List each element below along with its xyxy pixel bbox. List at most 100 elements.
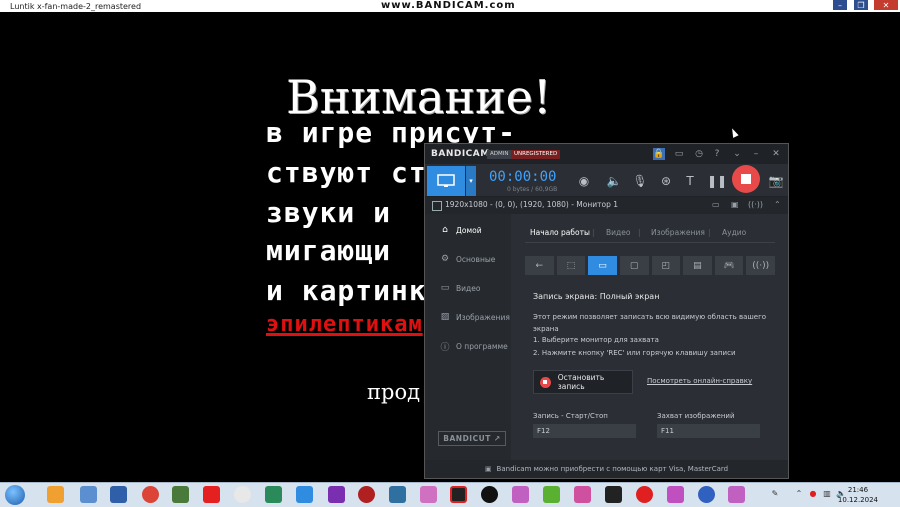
monitor-icon xyxy=(437,174,455,187)
video-icon: ▭ xyxy=(440,283,450,293)
game-mode-icon[interactable]: 🎮 xyxy=(714,256,744,275)
app-icon[interactable] xyxy=(328,486,345,503)
home-icon: ⌂ xyxy=(442,225,448,235)
camera-icon[interactable]: 📷 xyxy=(767,172,785,190)
app-icon[interactable] xyxy=(574,486,591,503)
tray-record-icon[interactable]: ● xyxy=(808,489,818,499)
image-icon: ▨ xyxy=(440,312,450,322)
game-close-button[interactable]: ✕ xyxy=(874,0,898,10)
sidebar-item-home[interactable]: ⌂ Домой xyxy=(425,221,511,239)
continue-text[interactable]: прод xyxy=(367,380,420,404)
bandicam-watermark: www.BANDICAM.com xyxy=(381,0,516,11)
lock-icon[interactable]: 🔒 xyxy=(653,148,665,160)
clock-icon[interactable]: ◷ xyxy=(693,148,705,160)
epic-games-icon[interactable] xyxy=(605,486,622,503)
recording-size: 0 bytes / 60,9GB xyxy=(507,186,558,193)
webcam-icon[interactable]: ◉ xyxy=(575,172,593,190)
youtube-icon[interactable] xyxy=(203,486,220,503)
app-icon[interactable] xyxy=(728,486,745,503)
pause-icon[interactable]: ❚❚ xyxy=(707,172,727,190)
taskbar-clock[interactable]: 21:46 10.12.2024 xyxy=(838,485,878,505)
bandicam-logo: BANDICAM xyxy=(431,149,490,159)
app-icon[interactable] xyxy=(512,486,529,503)
tab-video[interactable]: Видео xyxy=(606,228,630,237)
speaker-icon[interactable]: 🔈 xyxy=(605,172,623,190)
zoom-icon[interactable] xyxy=(296,486,313,503)
back-arrow-icon[interactable]: ← xyxy=(525,256,554,275)
mouse-click-icon[interactable]: ⊛ xyxy=(657,172,675,190)
bandicam-main-panel: Начало работы | Видео | Изображения | Ау… xyxy=(511,214,788,460)
explorer-icon[interactable] xyxy=(110,486,127,503)
tiktok-icon[interactable] xyxy=(481,486,498,503)
video-camera-icon[interactable]: ▭ xyxy=(712,200,720,209)
tab-images[interactable]: Изображения xyxy=(651,228,705,237)
tray-arrow-icon[interactable]: ⌃ xyxy=(794,489,804,499)
sidebar-item-video[interactable]: ▭ Видео xyxy=(425,279,511,297)
minimize-icon[interactable]: – xyxy=(750,148,762,160)
sidebar-item-general[interactable]: ⚙ Основные xyxy=(425,250,511,268)
bluestacks-icon[interactable] xyxy=(543,486,560,503)
yandex-icon[interactable] xyxy=(234,486,251,503)
folder-icon[interactable]: ▭ xyxy=(673,148,685,160)
mode-dropdown-arrow[interactable]: ▾ xyxy=(466,166,476,196)
help-icon[interactable]: ? xyxy=(711,148,723,160)
region-icon xyxy=(432,201,442,211)
app-icon[interactable] xyxy=(172,486,189,503)
tray-network-icon[interactable]: ▥ xyxy=(822,489,832,499)
bandicam-taskbar-icon[interactable] xyxy=(450,486,467,503)
tab-divider xyxy=(525,242,775,243)
document-icon[interactable] xyxy=(80,486,97,503)
game-minimize-button[interactable]: – xyxy=(833,0,847,10)
screen-mode-button[interactable] xyxy=(427,166,465,196)
hotkey-capture-field[interactable]: F11 xyxy=(657,424,760,438)
start-button[interactable] xyxy=(5,485,25,505)
bandicut-button[interactable]: BANDICUT ↗ xyxy=(438,431,506,446)
instruction-step: 2. Нажмите кнопку 'REC' или горячую клав… xyxy=(533,349,736,357)
text-icon[interactable]: T xyxy=(681,172,699,190)
screenshot-icon[interactable]: ▣ xyxy=(731,200,739,209)
unregistered-badge[interactable]: UNREGISTERED xyxy=(511,150,561,159)
close-icon[interactable]: ✕ xyxy=(770,148,782,160)
cursor-mode-icon[interactable]: ◰ xyxy=(651,256,681,275)
app-icon[interactable] xyxy=(389,486,406,503)
fullscreen-mode-icon[interactable]: ▭ xyxy=(588,256,617,275)
stop-recording-button[interactable]: Остановить запись xyxy=(533,370,633,394)
bandicam-window: BANDICAM ADMIN UNREGISTERED 🔒 ▭ ◷ ? ⌄ – … xyxy=(425,144,788,478)
opera-icon[interactable] xyxy=(636,486,653,503)
recording-timer: 00:00:00 xyxy=(489,169,557,185)
tray-icon[interactable]: ⌄ xyxy=(731,148,743,160)
chrome-icon[interactable] xyxy=(142,486,159,503)
clock-time: 21:46 xyxy=(847,486,869,494)
tab-audio[interactable]: Аудио xyxy=(722,228,746,237)
online-help-link[interactable]: Посмотреть онлайн-справку xyxy=(647,377,752,385)
collapse-icon[interactable]: ⌃ xyxy=(774,200,781,209)
sidebar-item-about[interactable]: ⓘ О программе xyxy=(425,337,511,355)
rectangle-mode-icon[interactable]: ⬚ xyxy=(556,256,586,275)
bandicam-title-bar: BANDICAM ADMIN UNREGISTERED 🔒 ▭ ◷ ? ⌄ – … xyxy=(425,144,788,164)
app-icon[interactable] xyxy=(358,486,375,503)
tray-pen-icon[interactable]: ✎ xyxy=(770,489,780,499)
capture-info-bar: 1920x1080 - (0, 0), (1920, 1080) - Монит… xyxy=(425,197,788,214)
hotkey-record-field[interactable]: F12 xyxy=(533,424,636,438)
game-maximize-button[interactable]: ❐ xyxy=(854,0,868,10)
region-mode-icon[interactable]: ▢ xyxy=(619,256,649,275)
hotkey-capture-label: Захват изображений xyxy=(657,412,735,420)
taskbar: ✎ ⌃ ● ▥ 🔈 21:46 10.12.2024 xyxy=(0,482,900,507)
app-icon[interactable] xyxy=(667,486,684,503)
media-player-icon[interactable] xyxy=(47,486,64,503)
microphone-icon[interactable]: 🎙 xyxy=(631,172,649,190)
hotkey-record-label: Запись - Старт/Стоп xyxy=(533,412,608,420)
audio-mode-icon[interactable]: ((·)) xyxy=(746,256,775,275)
rec-stop-button[interactable] xyxy=(732,165,760,193)
shield-app-icon[interactable] xyxy=(265,486,282,503)
sidebar-item-images[interactable]: ▨ Изображения xyxy=(425,308,511,326)
app-icon[interactable] xyxy=(698,486,715,503)
warning-line: ствуют ст xyxy=(266,156,427,189)
device-mode-icon[interactable]: ▤ xyxy=(683,256,712,275)
audio-wave-icon[interactable]: ((·)) xyxy=(748,200,763,209)
app-icon[interactable] xyxy=(420,486,437,503)
tab-getting-started[interactable]: Начало работы xyxy=(530,228,590,237)
chat-icon: ▣ xyxy=(484,465,492,473)
warning-line: и картинк xyxy=(266,274,427,307)
warning-line: звуки и xyxy=(266,196,392,229)
